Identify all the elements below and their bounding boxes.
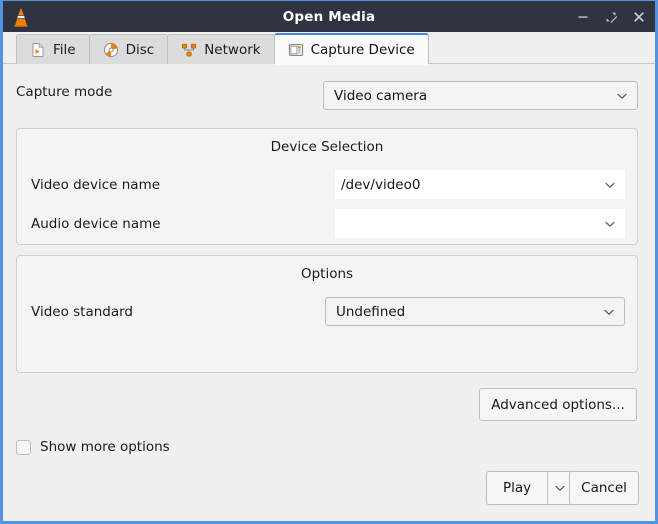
advanced-options-label: Advanced options... — [491, 397, 625, 413]
chevron-down-icon — [602, 305, 616, 319]
video-device-value: /dev/video0 — [341, 177, 603, 193]
play-split-button: Play — [486, 471, 573, 505]
tab-disc[interactable]: Disc — [89, 34, 169, 64]
capture-mode-row: Capture mode Video camera — [16, 84, 638, 100]
tab-network[interactable]: Network — [167, 34, 274, 64]
play-button[interactable]: Play — [486, 471, 547, 505]
tab-capture-device[interactable]: Capture Device — [274, 33, 429, 64]
chevron-down-icon — [603, 178, 617, 192]
tab-file-label: File — [53, 42, 76, 58]
device-selection-title: Device Selection — [17, 139, 637, 155]
capture-mode-value: Video camera — [334, 88, 615, 104]
options-group: Options Video standard Undefined — [16, 255, 638, 373]
options-title: Options — [17, 266, 637, 282]
video-standard-value: Undefined — [336, 304, 602, 320]
tab-file[interactable]: File — [16, 34, 90, 64]
video-standard-label: Video standard — [31, 304, 133, 320]
video-device-combo[interactable]: /dev/video0 — [335, 170, 625, 199]
video-device-row: Video device name /dev/video0 — [31, 177, 625, 193]
minimize-button[interactable] — [575, 9, 590, 24]
audio-device-row: Audio device name — [31, 216, 625, 232]
window-title: Open Media — [3, 9, 655, 25]
chevron-down-icon — [603, 217, 617, 231]
video-standard-combo[interactable]: Undefined — [325, 297, 625, 326]
audio-device-label: Audio device name — [31, 216, 161, 232]
vlc-cone-icon — [10, 6, 32, 28]
tab-disc-label: Disc — [126, 42, 155, 58]
disc-icon — [103, 42, 119, 58]
advanced-options-button[interactable]: Advanced options... — [479, 388, 637, 421]
capture-device-panel: Capture mode Video camera Device Selecti… — [3, 64, 655, 521]
video-standard-row: Video standard Undefined — [31, 304, 625, 320]
network-icon — [181, 42, 197, 58]
titlebar: Open Media — [3, 0, 655, 32]
capture-mode-label: Capture mode — [16, 84, 112, 100]
show-more-options-checkbox[interactable] — [16, 440, 31, 455]
window-controls — [575, 9, 646, 24]
cancel-button[interactable]: Cancel — [569, 471, 639, 505]
capture-mode-combo[interactable]: Video camera — [323, 81, 638, 110]
maximize-button[interactable] — [603, 9, 618, 24]
play-button-label: Play — [503, 480, 531, 496]
capture-device-icon — [288, 42, 304, 58]
device-selection-group: Device Selection Video device name /dev/… — [16, 128, 638, 245]
chevron-down-icon — [553, 481, 567, 495]
close-button[interactable] — [631, 9, 646, 24]
file-document-icon — [30, 42, 46, 58]
cancel-button-label: Cancel — [581, 480, 627, 496]
tab-capture-device-label: Capture Device — [311, 42, 415, 58]
tab-bar: File Disc Netw — [3, 32, 655, 64]
chevron-down-icon — [615, 89, 629, 103]
tab-network-label: Network — [204, 42, 260, 58]
video-device-label: Video device name — [31, 177, 160, 193]
show-more-options-row[interactable]: Show more options — [16, 439, 170, 455]
show-more-options-label: Show more options — [40, 439, 170, 455]
audio-device-combo[interactable] — [335, 209, 625, 238]
open-media-dialog: Open Media — [0, 0, 658, 524]
